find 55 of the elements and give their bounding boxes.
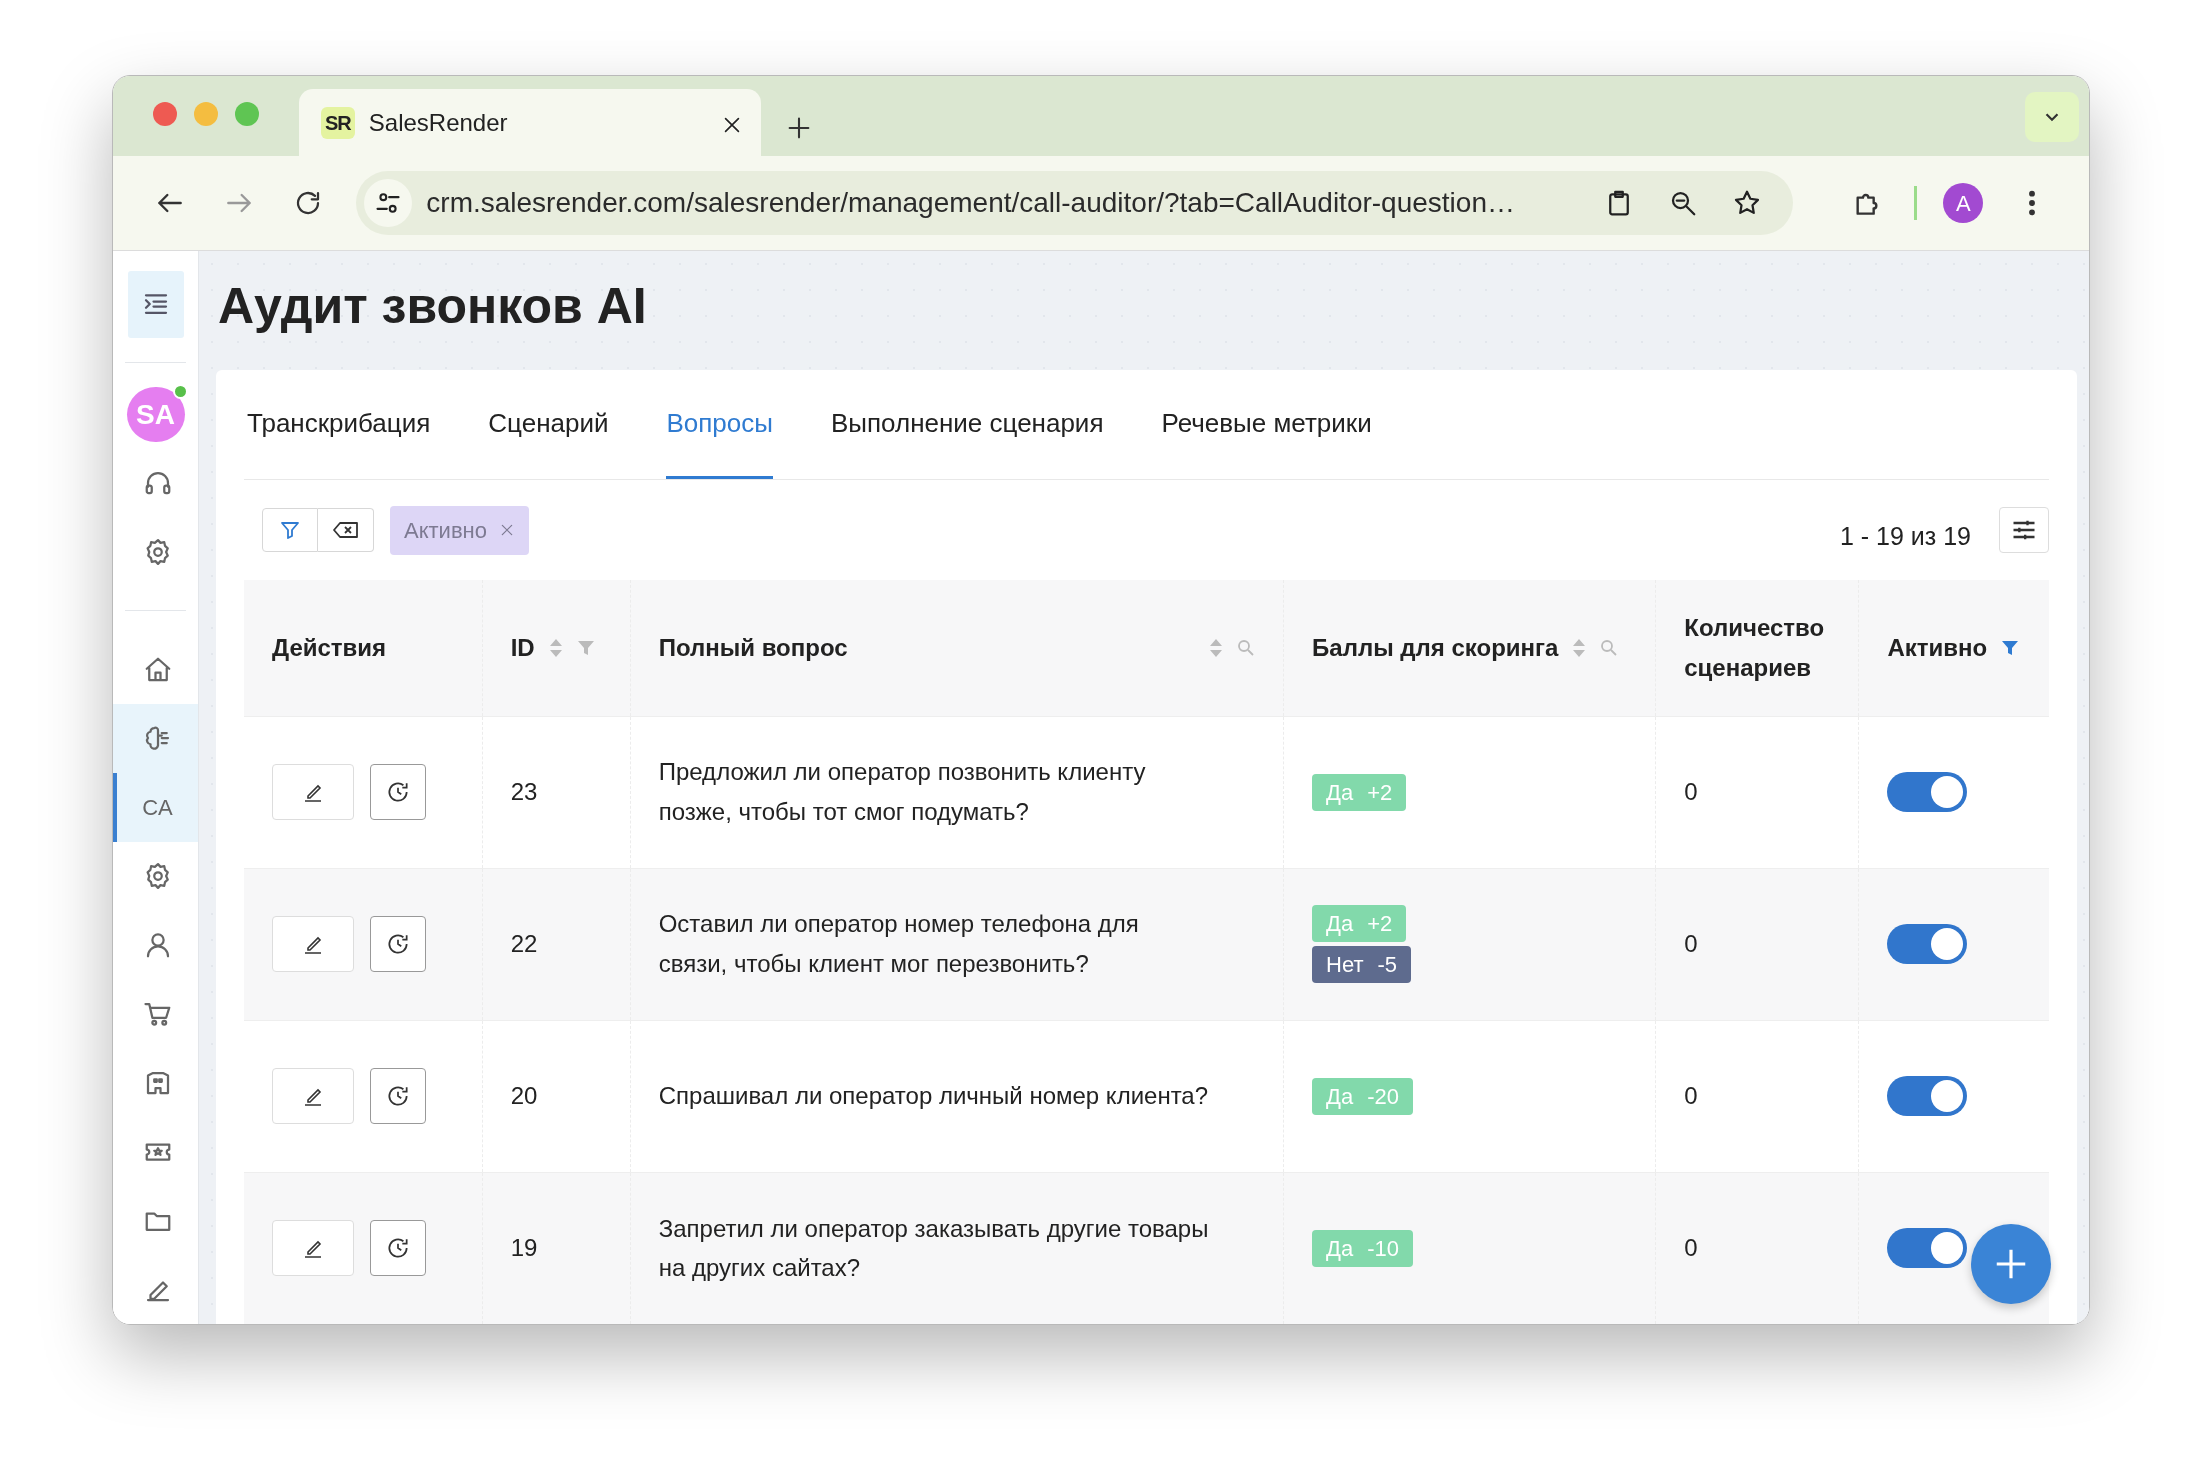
column-header: ID [510, 632, 535, 663]
question-text: Оставил ли оператор номер телефона для связи, чтобы клиент мог перезвонить? [658, 910, 1139, 977]
nav-item[interactable] [113, 704, 198, 773]
score-badge: Да +2 [1312, 773, 1407, 811]
id-text: 22 [510, 930, 538, 958]
score-badge: Да +2 [1312, 905, 1407, 942]
address-bar[interactable]: crm.salesrender.com/salesrender/management/call-auditor/?tab=CallAuditor-question… [356, 171, 1794, 235]
toggle-switch[interactable] [1887, 1228, 1968, 1269]
page-title: Аудит звонков AI [217, 276, 648, 336]
scenario-count: 0 [1684, 778, 1698, 806]
filter-icon[interactable] [2001, 638, 2020, 657]
column-header: Баллы для скоринга [1312, 632, 1559, 663]
tab[interactable]: Вопросы [666, 370, 773, 479]
toggle-switch[interactable] [1887, 1076, 1968, 1116]
tab[interactable]: Транскрибация [247, 370, 431, 479]
score-badge: Да -20 [1312, 1077, 1413, 1115]
history-button[interactable] [370, 764, 426, 820]
tab-title: SalesRender [368, 107, 508, 138]
score-badge: Нет -5 [1312, 946, 1412, 983]
toggle-switch[interactable] [1887, 772, 1968, 812]
scenario-count: 0 [1684, 930, 1698, 958]
tab[interactable]: Сценарий [488, 370, 609, 479]
question-text: Спрашивал ли оператор личный номер клиента? [658, 1082, 1209, 1110]
browser-tab[interactable]: SR SalesRender [299, 89, 761, 156]
column-header: Полный вопрос [658, 632, 848, 663]
scenario-count: 0 [1684, 1082, 1698, 1110]
profile-avatar[interactable]: A [1943, 183, 1984, 223]
scenario-count: 0 [1684, 1234, 1698, 1262]
edit-button[interactable] [272, 1068, 354, 1124]
history-button[interactable] [370, 916, 426, 972]
history-button[interactable] [370, 1068, 426, 1124]
column-header: Действия [272, 632, 387, 663]
url-text: crm.salesrender.com/salesrender/management/call-auditor/?tab=CallAuditor-question… [426, 186, 1515, 220]
clear-filter-button[interactable] [318, 508, 374, 552]
score-badge: Да -10 [1312, 1229, 1413, 1267]
edit-button[interactable] [272, 764, 354, 820]
question-text: Предложил ли оператор позвонить клиенту позже, чтобы тот смог подумать? [658, 758, 1146, 825]
question-text: Запретил ли оператор заказывать другие товары на других сайтах? [658, 1214, 1209, 1282]
window-control-button[interactable] [153, 102, 177, 126]
nav-item[interactable]: CA [113, 772, 198, 842]
favicon-logo: SR [321, 106, 355, 139]
toggle-switch[interactable] [1887, 924, 1968, 964]
tab[interactable]: Выполнение сценария [831, 370, 1104, 479]
history-button[interactable] [370, 1220, 426, 1277]
id-text: 23 [510, 778, 538, 806]
column-header: Количество сценариев [1684, 613, 1826, 683]
filter-button[interactable] [262, 508, 318, 552]
edit-button[interactable] [272, 1220, 354, 1277]
id-text: 19 [510, 1234, 538, 1262]
pagination-text: 1 - 19 из 19 [1839, 521, 1971, 553]
edit-button[interactable] [272, 916, 354, 972]
column-settings-button[interactable] [1999, 507, 2049, 553]
id-text: 20 [510, 1082, 538, 1110]
tab[interactable]: Речевые метрики [1161, 370, 1372, 479]
column-header: Активно [1887, 632, 1988, 663]
